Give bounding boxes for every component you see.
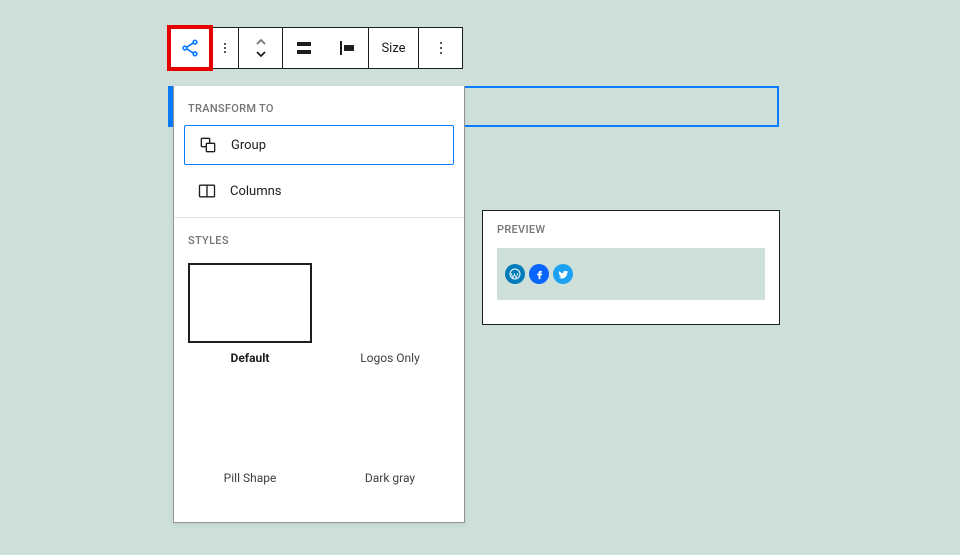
group-icon [197, 135, 219, 155]
style-option-pill-shape[interactable]: Pill Shape [188, 383, 312, 485]
toolbar-kebab-1[interactable] [211, 27, 239, 69]
kebab-icon [440, 47, 442, 49]
block-type-social-links-button[interactable] [169, 27, 211, 69]
style-label: Pill Shape [224, 471, 277, 485]
align-button[interactable] [327, 38, 369, 58]
preview-panel: PREVIEW [482, 210, 780, 325]
style-option-dark-gray[interactable]: Dark gray [328, 383, 452, 485]
styles-section: Default Logos Only Pill Shape Dark gray [174, 263, 464, 499]
style-label: Logos Only [360, 351, 420, 365]
style-thumb [328, 383, 452, 463]
transform-option-group[interactable]: Group [184, 125, 454, 165]
block-toolbar: Size [169, 27, 463, 69]
style-label: Default [231, 351, 270, 365]
facebook-icon [529, 264, 549, 284]
size-label: Size [381, 41, 405, 56]
justify-center-icon [294, 38, 314, 58]
share-icon [180, 38, 200, 58]
more-options-button[interactable] [419, 27, 463, 69]
style-thumb [328, 263, 452, 343]
transform-option-label: Columns [230, 184, 282, 199]
alignment-group [283, 27, 369, 69]
style-thumb [188, 263, 312, 343]
styles-header: STYLES [174, 218, 464, 257]
align-left-icon [337, 38, 357, 58]
kebab-icon [224, 47, 226, 49]
style-option-logos-only[interactable]: Logos Only [328, 263, 452, 365]
preview-header: PREVIEW [497, 223, 765, 236]
size-button[interactable]: Size [369, 27, 419, 69]
justify-button[interactable] [283, 38, 325, 58]
move-up-down-button[interactable] [239, 27, 283, 69]
transform-option-columns[interactable]: Columns [184, 171, 454, 211]
transform-popover: TRANSFORM TO Group Columns STYLES Defaul… [173, 86, 465, 523]
columns-icon [196, 181, 218, 201]
style-option-default[interactable]: Default [188, 263, 312, 365]
style-label: Dark gray [365, 471, 415, 485]
chevron-up-down-icon [253, 37, 269, 59]
style-thumb [188, 383, 312, 463]
preview-social-row [497, 248, 765, 300]
twitter-icon [553, 264, 573, 284]
wordpress-icon [505, 264, 525, 284]
transform-header: TRANSFORM TO [174, 86, 464, 125]
transform-option-label: Group [231, 138, 266, 153]
